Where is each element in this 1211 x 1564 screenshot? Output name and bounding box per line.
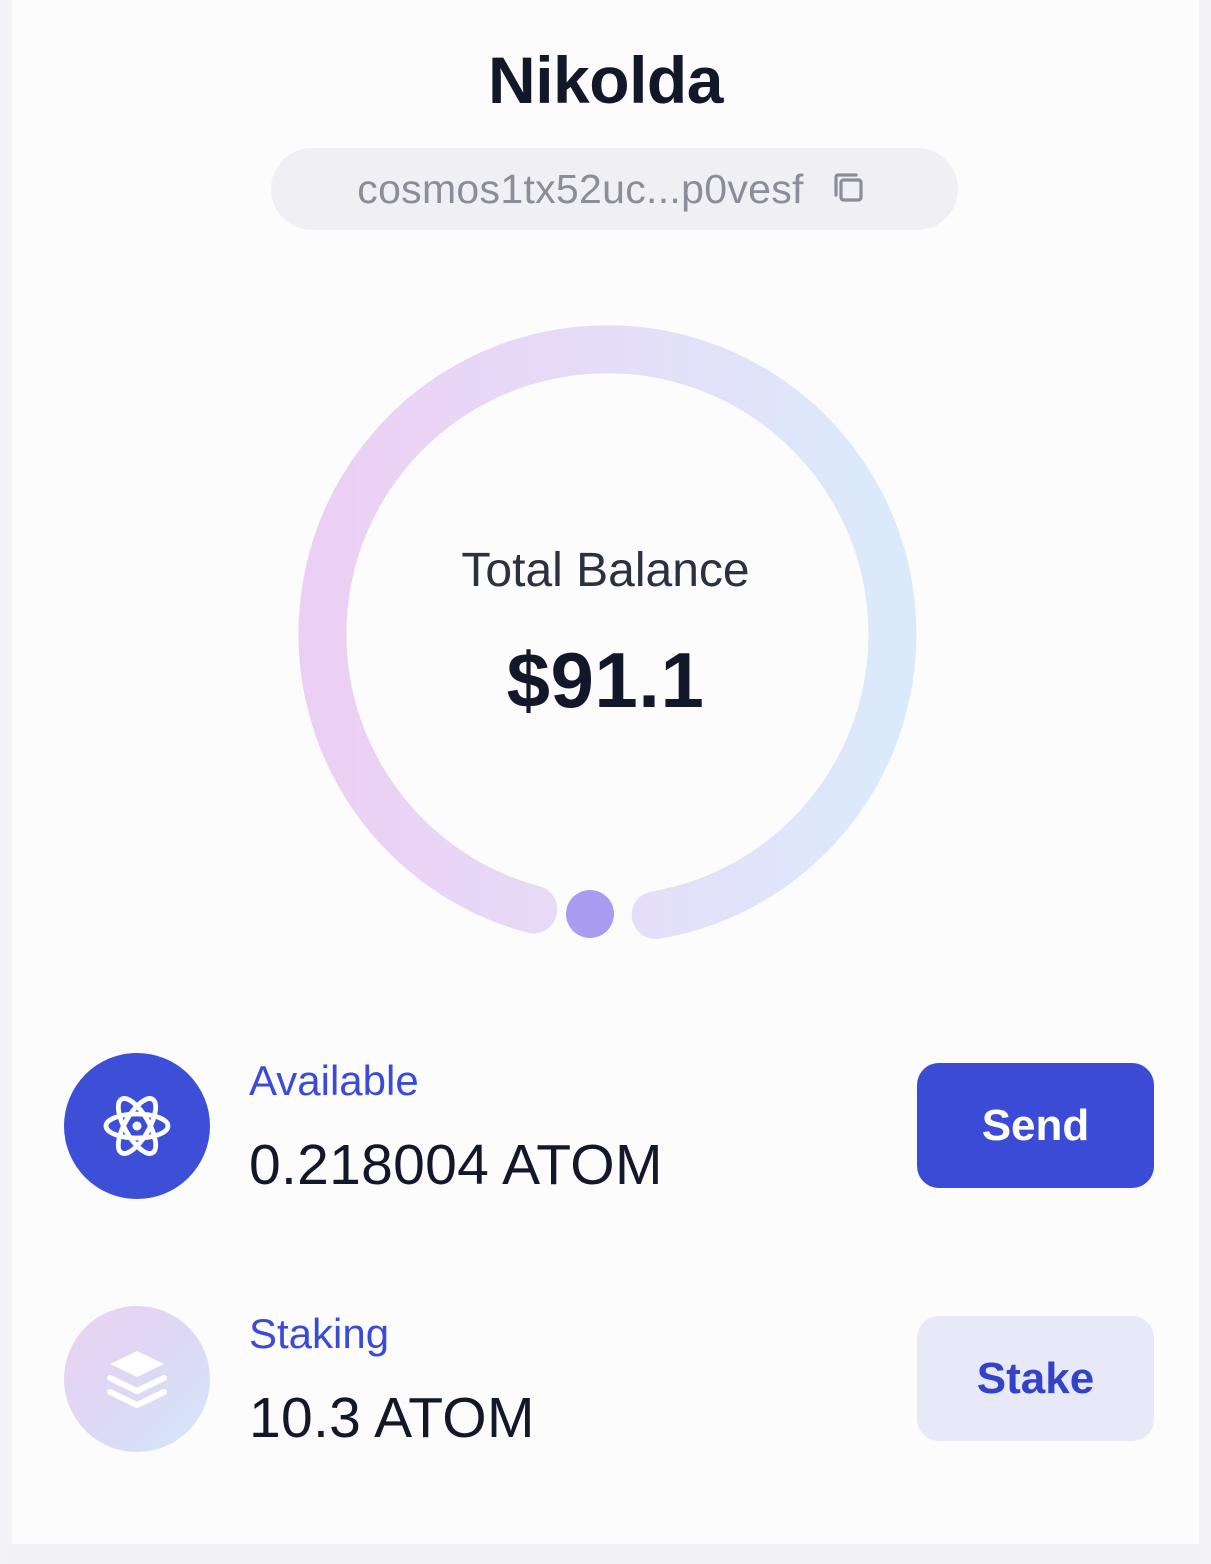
staking-amount: 10.3 ATOM (249, 1386, 535, 1450)
atom-token-avatar (64, 1053, 210, 1199)
stake-button[interactable]: Stake (917, 1316, 1154, 1441)
address-copy-button[interactable]: cosmos1tx52uc...p0vesf (271, 148, 958, 230)
balance-ring-indicator (566, 890, 614, 938)
available-amount: 0.218004 ATOM (249, 1133, 663, 1197)
available-label: Available (249, 1057, 419, 1104)
wallet-address: cosmos1tx52uc...p0vesf (357, 165, 804, 212)
send-button[interactable]: Send (917, 1063, 1154, 1188)
wallet-screen: Nikolda cosmos1tx52uc...p0vesf Total Bal… (0, 0, 1211, 1564)
stack-icon (107, 1351, 167, 1408)
atom-icon (103, 1096, 171, 1156)
total-balance-label: Total Balance (461, 544, 750, 597)
total-balance-value: $91.1 (506, 636, 705, 724)
account-name: Nikolda (488, 43, 723, 117)
bottom-strip (12, 1544, 1199, 1564)
available-row: Available 0.218004 ATOM Send (64, 1053, 1154, 1203)
staking-avatar (64, 1306, 210, 1452)
staking-row: Staking 10.3 ATOM Stake (64, 1306, 1154, 1456)
copy-icon[interactable] (828, 167, 872, 211)
staking-label: Staking (249, 1310, 390, 1357)
